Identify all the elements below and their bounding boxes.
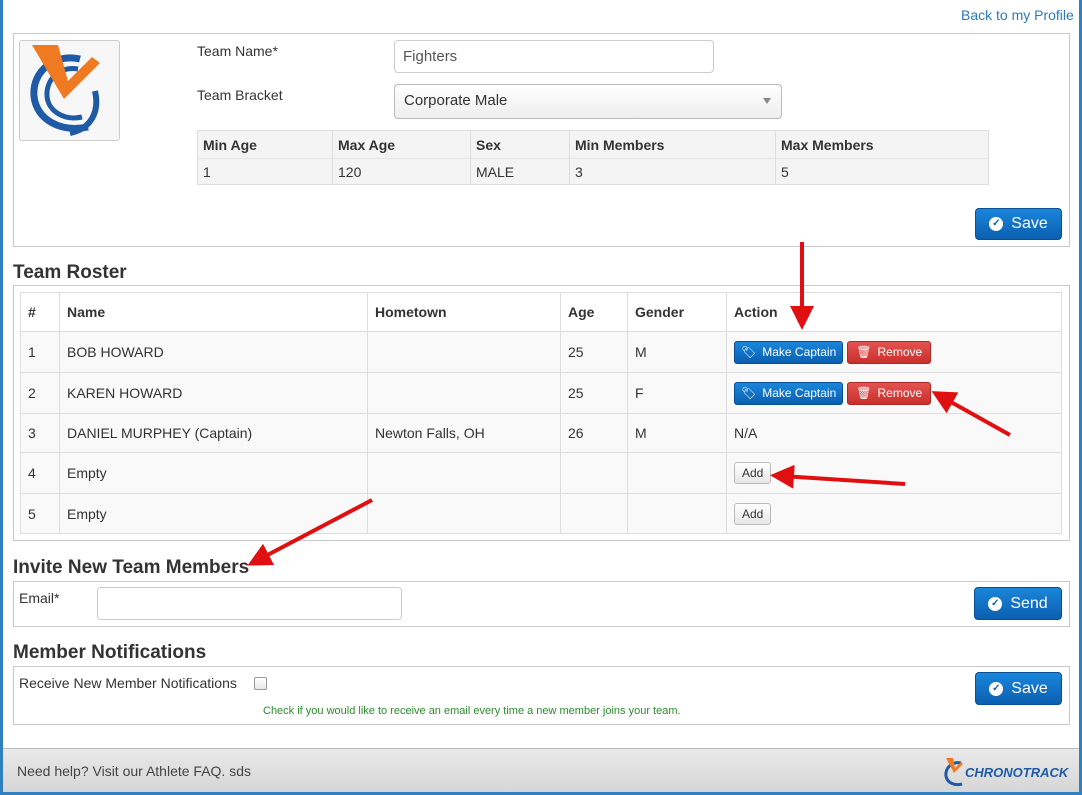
roster-header: Name [59, 292, 368, 332]
row-num: 4 [20, 452, 60, 494]
row-age: 25 [560, 372, 628, 414]
email-field[interactable] [97, 587, 402, 620]
row-hometown: Newton Falls, OH [367, 413, 561, 453]
row-hometown [367, 331, 561, 373]
row-action: 🏷 Make Captain 🗑 Remove [726, 372, 1062, 414]
team-bracket-select[interactable]: Corporate Male [394, 84, 782, 119]
tag-icon: 🏷 [741, 386, 757, 400]
team-save-button[interactable]: ✓ Save [975, 208, 1062, 240]
add-member-button[interactable]: Add [734, 502, 772, 525]
make-captain-label: Make Captain [762, 345, 837, 359]
row-action: Add [726, 452, 1062, 494]
remove-button[interactable]: 🗑 Remove [847, 340, 932, 364]
row-name: Empty [59, 452, 368, 494]
row-gender: M [627, 413, 727, 453]
table-row: 5 Empty Add [20, 493, 1062, 534]
table-row: 4 Empty Add [20, 452, 1062, 494]
row-name: Empty [59, 493, 368, 534]
bracket-header: Max Age [332, 130, 471, 159]
email-label: Email* [19, 590, 60, 606]
row-num: 3 [20, 413, 60, 453]
remove-label: Remove [877, 386, 923, 400]
send-button[interactable]: ✓ Send [974, 587, 1062, 620]
row-hometown [367, 493, 561, 534]
trash-icon: 🗑 [856, 386, 872, 400]
row-gender [627, 452, 727, 494]
notifications-help-text: Check if you would like to receive an em… [263, 705, 681, 717]
row-gender [627, 493, 727, 534]
tag-icon: 🏷 [741, 345, 757, 359]
row-age [560, 452, 628, 494]
trash-icon: 🗑 [856, 345, 872, 359]
row-action: N/A [726, 413, 1062, 453]
remove-label: Remove [877, 345, 923, 359]
roster-header: Age [560, 292, 628, 332]
send-label: Send [1010, 594, 1048, 612]
footer-help-text: Need help? Visit our Athlete FAQ. sds [17, 763, 251, 779]
bracket-header: Min Members [569, 130, 776, 159]
row-name: KAREN HOWARD [59, 372, 368, 414]
roster-header: # [20, 292, 60, 332]
roster-header: Action [726, 292, 1062, 332]
team-name-label: Team Name* [197, 43, 278, 59]
notifications-title: Member Notifications [13, 642, 207, 663]
notifications-save-label: Save [1011, 679, 1048, 697]
add-member-button[interactable]: Add [734, 462, 772, 484]
chronotrack-footer-logo: CHRONOTRACK [943, 755, 1068, 789]
team-bracket-label: Team Bracket [197, 87, 283, 103]
notifications-save-button[interactable]: ✓ Save [975, 672, 1062, 705]
roster-header: Hometown [367, 292, 561, 332]
make-captain-button[interactable]: 🏷 Make Captain [734, 340, 844, 364]
check-circle-icon: ✓ [989, 217, 1004, 231]
bracket-value: MALE [470, 158, 570, 185]
remove-button[interactable]: 🗑 Remove [847, 381, 932, 405]
bracket-value: 3 [569, 158, 776, 185]
row-num: 1 [20, 331, 60, 373]
table-row: 2 KAREN HOWARD 25 F 🏷 Make Captain 🗑 Rem… [20, 372, 1062, 414]
make-captain-button[interactable]: 🏷 Make Captain [734, 381, 844, 405]
row-hometown [367, 452, 561, 494]
notifications-checkbox[interactable] [254, 677, 267, 690]
chronotrack-logo-icon [30, 45, 100, 136]
row-gender: F [627, 372, 727, 414]
team-roster-title: Team Roster [13, 262, 127, 283]
roster-table: # Name Hometown Age Gender Action 1 BOB … [20, 292, 1062, 534]
row-age [560, 493, 628, 534]
chronotrack-brand: CHRONOTRACK [965, 765, 1069, 780]
footer: Need help? Visit our Athlete FAQ. sds CH… [3, 748, 1079, 792]
make-captain-label: Make Captain [762, 386, 837, 400]
bracket-header: Max Members [775, 130, 989, 159]
back-to-profile-link[interactable]: Back to my Profile [961, 7, 1074, 23]
notifications-checkbox-label: Receive New Member Notifications [19, 675, 237, 691]
team-save-label: Save [1011, 215, 1048, 232]
team-bracket-value: Corporate Male [404, 92, 508, 109]
row-action: Add [726, 493, 1062, 534]
chevron-down-icon [763, 98, 771, 104]
bracket-info-table: Min Age Max Age Sex Min Members Max Memb… [197, 130, 989, 185]
table-row: 1 BOB HOWARD 25 M 🏷 Make Captain 🗑 Remov… [20, 331, 1062, 373]
table-row: 3 DANIEL MURPHEY (Captain) Newton Falls,… [20, 413, 1062, 453]
team-logo[interactable] [19, 40, 120, 141]
team-name-input[interactable] [394, 40, 714, 73]
bracket-value: 120 [332, 158, 471, 185]
row-age: 25 [560, 331, 628, 373]
row-name: BOB HOWARD [59, 331, 368, 373]
invite-title: Invite New Team Members [13, 557, 250, 578]
chronotrack-mark-icon [944, 758, 963, 787]
check-circle-icon: ✓ [988, 596, 1003, 611]
row-hometown [367, 372, 561, 414]
row-gender: M [627, 331, 727, 373]
bracket-value: 5 [775, 158, 989, 185]
row-num: 2 [20, 372, 60, 414]
row-num: 5 [20, 493, 60, 534]
check-circle-icon: ✓ [989, 681, 1004, 696]
bracket-header: Min Age [197, 130, 333, 159]
row-name: DANIEL MURPHEY (Captain) [59, 413, 368, 453]
roster-header: Gender [627, 292, 727, 332]
row-action: 🏷 Make Captain 🗑 Remove [726, 331, 1062, 373]
bracket-header: Sex [470, 130, 570, 159]
row-age: 26 [560, 413, 628, 453]
bracket-value: 1 [197, 158, 333, 185]
